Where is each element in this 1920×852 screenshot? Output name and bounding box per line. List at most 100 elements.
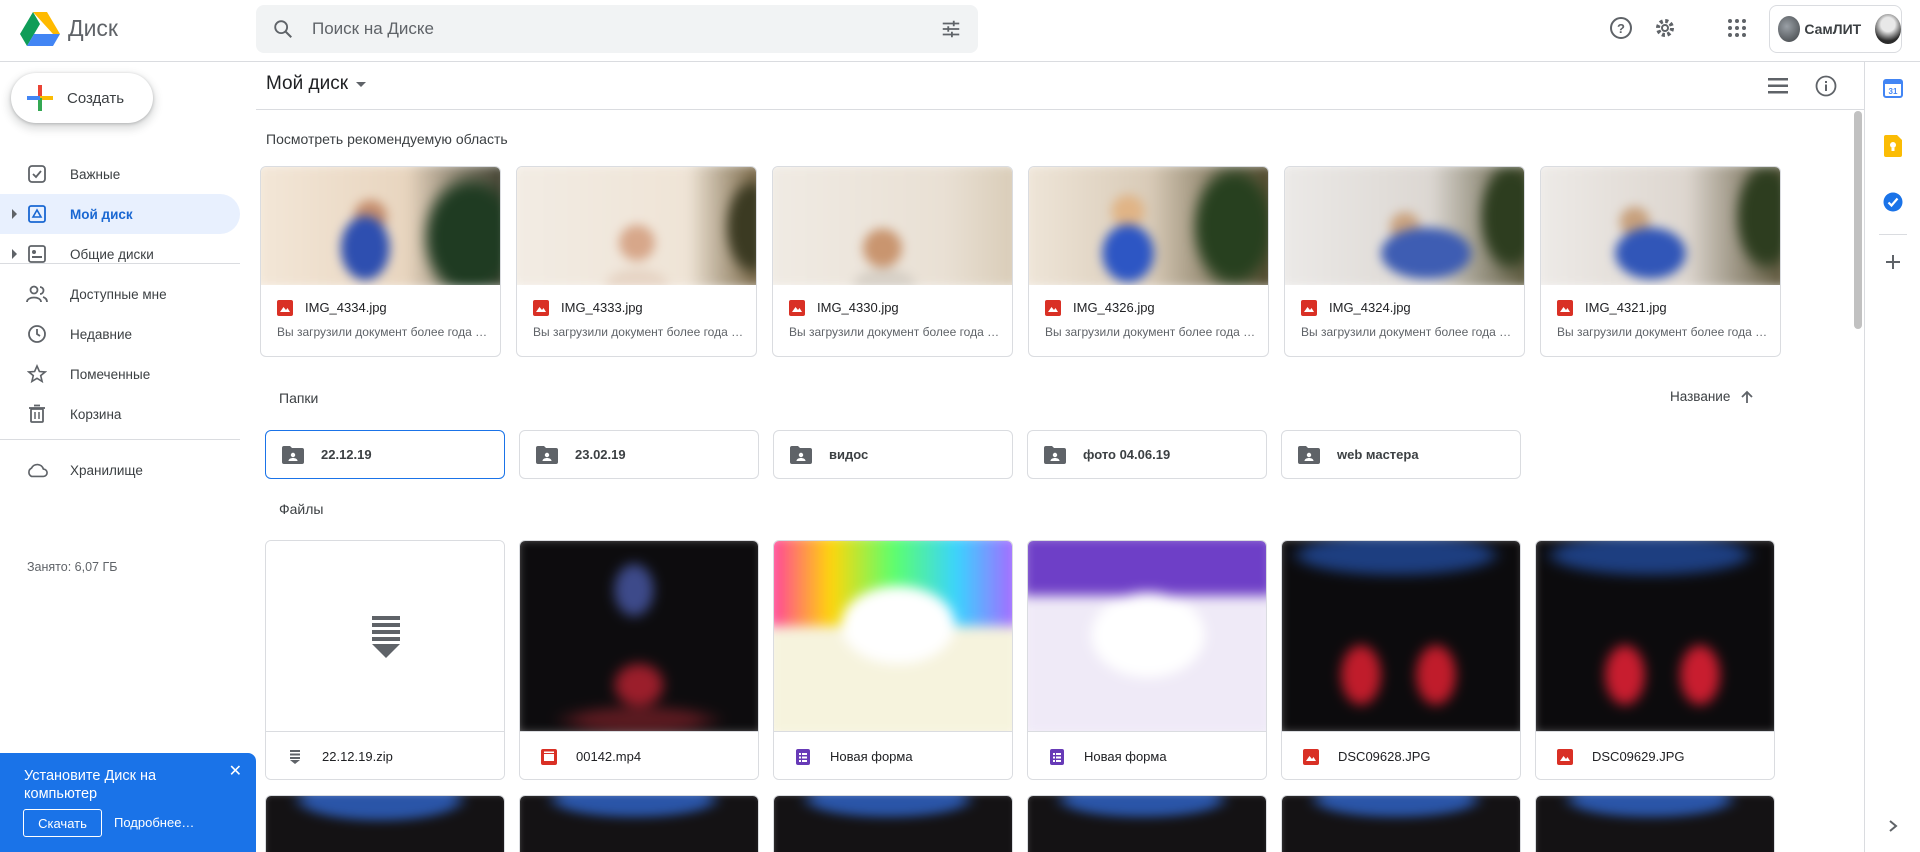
main-content: Посмотреть рекомендуемую область IMG_433… [256, 111, 1852, 852]
image-thumbnail [1285, 167, 1524, 285]
settings-gear-icon[interactable] [1651, 14, 1679, 42]
sidebar-item-storage[interactable]: Хранилище [0, 450, 240, 490]
file-card[interactable]: 00142.mp4 [519, 540, 759, 780]
folder-card[interactable]: 23.02.19 [519, 430, 759, 479]
file-reason: Вы загрузили документ более года назад [1045, 325, 1257, 339]
app-name[interactable]: Диск [68, 15, 118, 42]
image-file-icon [789, 300, 805, 321]
file-name: Новая форма [830, 749, 913, 764]
create-label: Создать [67, 89, 125, 107]
search-icon[interactable] [272, 18, 294, 45]
folder-icon [1044, 445, 1066, 464]
avatar[interactable] [1875, 14, 1901, 44]
sidebar-item-shared-with-me[interactable]: Доступные мне [0, 274, 240, 314]
file-card[interactable]: DSC09628.JPG [1281, 540, 1521, 780]
sidebar-item-starred[interactable]: Помеченные [0, 354, 240, 394]
file-card[interactable]: 22.12.19.zip [265, 540, 505, 780]
image-file-icon [1301, 300, 1317, 321]
folder-card[interactable]: видос [773, 430, 1013, 479]
recent-clock-icon [26, 323, 48, 345]
keep-notes-icon[interactable] [1881, 134, 1905, 158]
account-switcher[interactable]: СамЛИТ [1769, 5, 1902, 53]
shared-drives-icon [26, 243, 48, 265]
help-icon[interactable]: ? [1607, 14, 1635, 42]
expand-caret-icon[interactable] [12, 249, 17, 259]
sidebar-item-my-drive[interactable]: Мой диск [0, 194, 240, 234]
file-card[interactable]: Новая форма [1027, 540, 1267, 780]
suggested-file-card[interactable]: IMG_4330.jpg Вы загрузили документ более… [772, 166, 1013, 357]
file-name: IMG_4326.jpg [1073, 300, 1155, 315]
sidebar-item-label: Доступные мне [70, 286, 167, 302]
expand-caret-icon[interactable] [12, 209, 17, 219]
tasks-icon[interactable] [1881, 190, 1905, 214]
video-thumbnail [520, 541, 758, 731]
apps-grid-icon[interactable] [1723, 14, 1751, 42]
folder-name: 22.12.19 [321, 447, 372, 462]
sidebar-item-trash[interactable]: Корзина [0, 394, 240, 434]
file-card[interactable]: DSC09629.JPG [1535, 540, 1775, 780]
sidebar-item-shared-drives[interactable]: Общие диски [0, 234, 240, 274]
suggested-file-card[interactable]: IMG_4321.jpg Вы загрузили документ более… [1540, 166, 1781, 357]
sidebar-item-label: Мой диск [70, 206, 133, 222]
storage-used-text: Занято: 6,07 ГБ [27, 560, 118, 574]
suggested-section-title: Посмотреть рекомендуемую область [266, 131, 508, 147]
video-file-icon [540, 748, 558, 765]
create-button[interactable]: Создать [11, 73, 153, 123]
suggested-file-card[interactable]: IMG_4334.jpg Вы загрузили документ более… [260, 166, 501, 357]
file-reason: Вы загрузили документ более года назад [789, 325, 1001, 339]
add-addon-plus-icon[interactable] [1881, 250, 1905, 274]
info-icon[interactable] [1814, 74, 1838, 98]
search-bar [256, 5, 978, 53]
top-bar: Диск ? СамЛИТ [0, 0, 1920, 62]
shared-with-me-icon [26, 283, 48, 305]
sidebar-item-label: Общие диски [70, 246, 154, 262]
file-card-partial[interactable] [519, 795, 759, 852]
content-scrollbar[interactable] [1852, 111, 1864, 852]
image-thumbnail [520, 796, 758, 852]
file-card-partial[interactable] [773, 795, 1013, 852]
svg-text:?: ? [1617, 21, 1625, 36]
folder-icon [282, 445, 304, 464]
dropdown-arrow-icon [356, 81, 367, 87]
file-name: DSC09629.JPG [1592, 749, 1685, 764]
sidebar-item-priority[interactable]: Важные [0, 154, 240, 194]
sidebar-item-label: Хранилище [70, 462, 143, 478]
file-name: IMG_4324.jpg [1329, 300, 1411, 315]
search-options-icon[interactable] [940, 18, 962, 45]
sort-label: Название [1670, 389, 1731, 404]
form-thumbnail [1028, 541, 1266, 731]
breadcrumb-my-drive[interactable]: Мой диск [266, 73, 367, 95]
sidebar-divider [0, 439, 240, 440]
scrollbar-thumb[interactable] [1854, 111, 1862, 329]
list-view-icon[interactable] [1766, 74, 1790, 98]
sidebar-item-label: Недавние [70, 326, 133, 342]
drive-logo-icon[interactable] [20, 12, 60, 46]
suggested-file-card[interactable]: IMG_4333.jpg Вы загрузили документ более… [516, 166, 757, 357]
suggested-file-card[interactable]: IMG_4326.jpg Вы загрузили документ более… [1028, 166, 1269, 357]
sidebar-item-recent[interactable]: Недавние [0, 314, 240, 354]
folder-card[interactable]: web мастера [1281, 430, 1521, 479]
close-icon[interactable]: ✕ [229, 761, 242, 781]
side-panel: 31 [1864, 62, 1920, 852]
suggested-file-card[interactable]: IMG_4324.jpg Вы загрузили документ более… [1284, 166, 1525, 357]
sort-by-name-button[interactable]: Название [1670, 389, 1754, 404]
file-name: IMG_4330.jpg [817, 300, 899, 315]
file-card-partial[interactable] [265, 795, 505, 852]
file-name: IMG_4321.jpg [1585, 300, 1667, 315]
main-toolbar: Мой диск [256, 62, 1864, 110]
file-card[interactable]: Новая форма [773, 540, 1013, 780]
file-card-partial[interactable] [1535, 795, 1775, 852]
calendar-icon[interactable]: 31 [1881, 76, 1905, 100]
file-card-partial[interactable] [1027, 795, 1267, 852]
file-card-partial[interactable] [1281, 795, 1521, 852]
image-file-icon [1557, 300, 1573, 321]
search-input[interactable] [312, 5, 892, 53]
file-reason: Вы загрузили документ более года назад [533, 325, 745, 339]
file-name: IMG_4333.jpg [561, 300, 643, 315]
files-section-title: Файлы [279, 501, 324, 517]
chevron-right-icon[interactable] [1881, 814, 1905, 838]
folder-card[interactable]: фото 04.06.19 [1027, 430, 1267, 479]
download-button[interactable]: Скачать [23, 809, 102, 837]
learn-more-link[interactable]: Подробнее… [114, 815, 194, 830]
folder-card[interactable]: 22.12.19 [265, 430, 505, 479]
